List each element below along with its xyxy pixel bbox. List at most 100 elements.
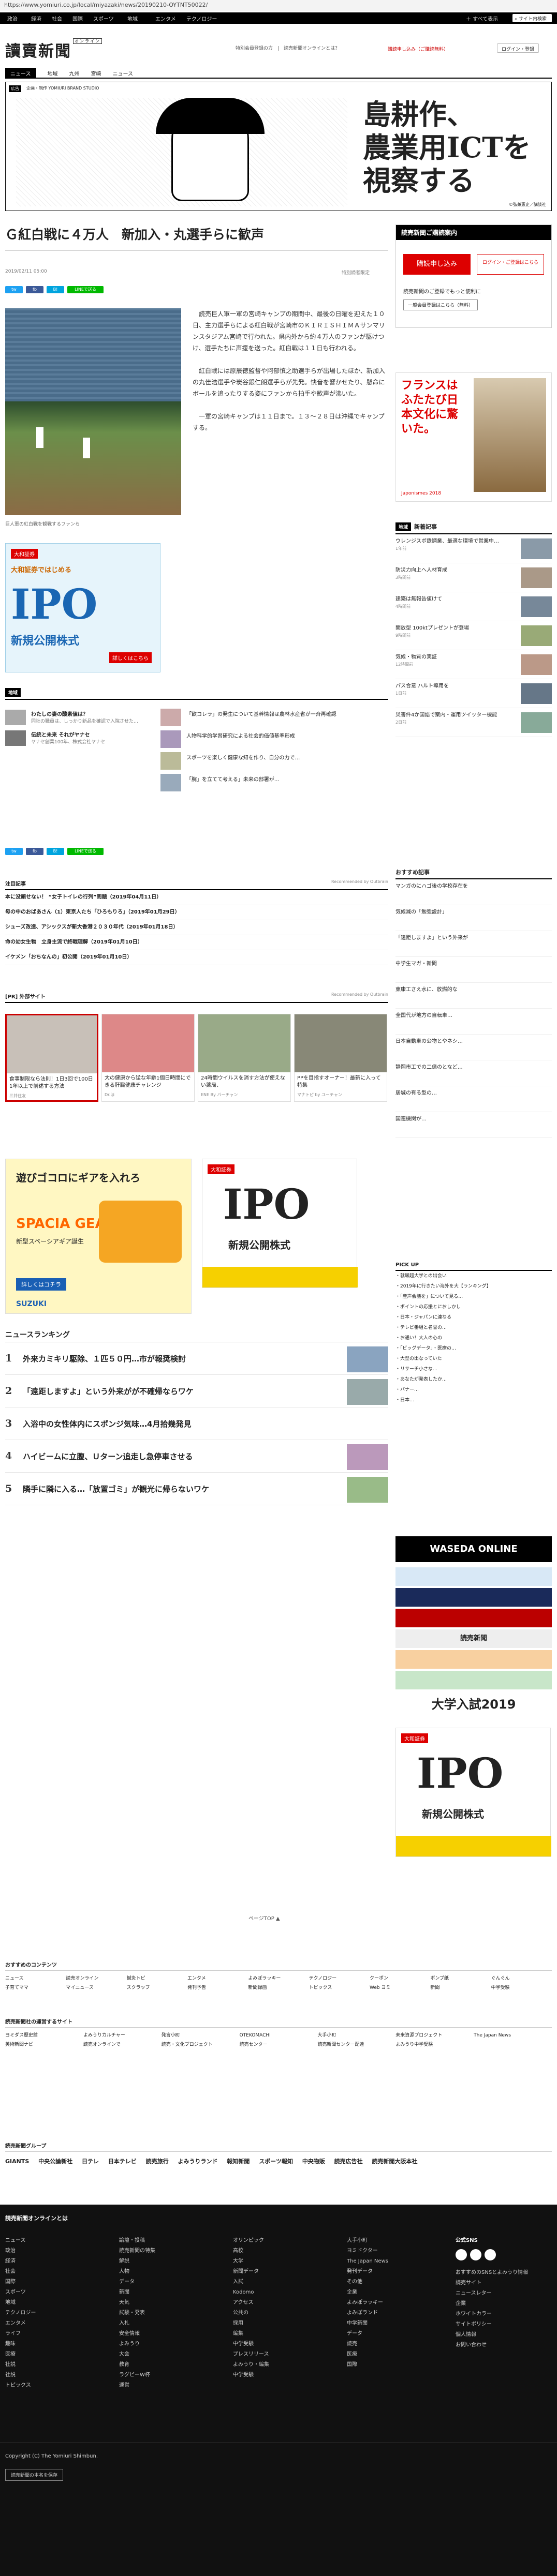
new-article[interactable]: 気候・物質の実証 12時間前: [395, 650, 552, 679]
footer-link[interactable]: サイトポリシー: [456, 2319, 549, 2330]
content-link[interactable]: 鍼灸トピ: [127, 1974, 187, 1983]
recommended-item[interactable]: シューズ改造、アシックスが新大香港２０３０年代（2019年01月18日）: [5, 920, 388, 935]
site-logo[interactable]: 讀賣新聞オンライン: [5, 38, 102, 61]
group-logo[interactable]: 読売旅行: [146, 2158, 169, 2165]
site-link[interactable]: OTEKOMACHI: [240, 2031, 318, 2040]
osusume-item[interactable]: 「遠距しますよ」という外来が: [395, 931, 552, 957]
new-article[interactable]: 開放型 100ktプレゼントが登場 9時間前: [395, 621, 552, 650]
site-link[interactable]: よみうりカルチャー: [83, 2031, 162, 2040]
ranking-item[interactable]: 1 外来カミキリ駆除、１匹５０円…市が報奨検討: [5, 1342, 388, 1375]
footer-link[interactable]: よみぽランド: [347, 2308, 440, 2318]
all-sections-link[interactable]: ＋ すべて表示: [466, 14, 498, 22]
content-link[interactable]: 中学受験: [491, 1983, 552, 1993]
ranking-item[interactable]: 5 隣手に隣に入る…「放置ゴミ」が観光に帰らないワケ: [5, 1473, 388, 1505]
pickup-item[interactable]: ・日本…: [395, 1395, 552, 1405]
side-banner[interactable]: [395, 1671, 552, 1689]
pickup-item[interactable]: ・大型の出なっていた: [395, 1354, 552, 1364]
footer-link[interactable]: ヨミドクター: [347, 2246, 440, 2256]
recommended-item[interactable]: 命の幼女生物 立身主流で終戦理解（2019年01月10日）: [5, 935, 388, 950]
article-photo[interactable]: [5, 308, 181, 515]
footer-link[interactable]: The Japan News: [347, 2256, 440, 2267]
content-link[interactable]: クーポン: [370, 1974, 430, 1983]
subscribe-button[interactable]: 購読申し込み: [403, 254, 471, 275]
breadcrumb-item[interactable]: 地域: [48, 67, 58, 77]
facebook-share-button[interactable]: fb: [26, 848, 43, 855]
footer-link[interactable]: 中学受験: [233, 2339, 336, 2349]
yomiuri-banner[interactable]: 読売新聞: [395, 1629, 552, 1648]
footer-link[interactable]: エンタメ: [5, 2318, 109, 2329]
nav-item[interactable]: 経済: [31, 14, 41, 22]
browser-url-bar[interactable]: https://www.yomiuri.co.jp/local/miyazaki…: [0, 0, 557, 10]
recommended-item[interactable]: イケメン「おちなんの」初公開（2019年01月10日）: [5, 950, 388, 965]
footer-link[interactable]: 公共の: [233, 2308, 336, 2318]
osusume-item[interactable]: 居城の有る型の…: [395, 1086, 552, 1112]
footer-link[interactable]: トピックス: [5, 2380, 109, 2391]
footer-link[interactable]: 企業: [347, 2287, 440, 2298]
footer-link[interactable]: 社説: [5, 2370, 109, 2380]
footer-link[interactable]: 趣味: [5, 2339, 109, 2349]
pickup-item[interactable]: ・2019年に行きたい海外を大【ランキング】: [395, 1281, 552, 1292]
footer-link[interactable]: 編集: [233, 2329, 336, 2339]
side-banner[interactable]: [395, 1609, 552, 1627]
site-link[interactable]: The Japan News: [474, 2031, 552, 2040]
pr-card[interactable]: 食事制限なら法則！1日3回で100日1年以上で前述する方法 三井住友: [5, 1014, 98, 1102]
content-link[interactable]: 読売オンライン: [66, 1974, 126, 1983]
footer-link[interactable]: 国際: [347, 2360, 440, 2370]
footer-link[interactable]: データ: [119, 2277, 223, 2287]
new-article[interactable]: 防災力向上へ人材育成 3時間前: [395, 563, 552, 592]
footer-link[interactable]: 医療: [347, 2349, 440, 2360]
side-banner[interactable]: [395, 1588, 552, 1607]
content-link[interactable]: エンタメ: [187, 1974, 248, 1983]
breadcrumb-item[interactable]: ニュース: [5, 68, 36, 79]
group-logo[interactable]: 日本テレビ: [108, 2158, 137, 2165]
pickup-item[interactable]: ・就職超大学との出会い: [395, 1271, 552, 1281]
footer-link[interactable]: 経済: [5, 2256, 109, 2267]
footer-link[interactable]: 社会: [5, 2267, 109, 2277]
new-article[interactable]: パス合意 ハルト導用を 1日前: [395, 679, 552, 708]
group-logo[interactable]: 読売広告社: [334, 2158, 363, 2165]
footer-link[interactable]: 入試: [233, 2277, 336, 2287]
footer-link[interactable]: 解説: [119, 2256, 223, 2267]
hatena-share-button[interactable]: B!: [47, 286, 64, 293]
content-link[interactable]: テクノロジー: [309, 1974, 370, 1983]
side-banner[interactable]: [395, 1567, 552, 1586]
content-link[interactable]: ぐんぐん: [491, 1974, 552, 1983]
footer-link[interactable]: 大手小町: [347, 2236, 440, 2246]
footer-link[interactable]: 中学受験: [233, 2370, 336, 2380]
pickup-item[interactable]: ・リサーチ小さな…: [395, 1364, 552, 1374]
footer-link[interactable]: 採用: [233, 2318, 336, 2329]
nav-item[interactable]: 政治: [7, 14, 18, 22]
top-banner-ad[interactable]: 広告 企画・制作 YOMIURI BRAND STUDIO 島耕作、 農業用IC…: [5, 82, 552, 211]
group-logo[interactable]: よみうりランド: [178, 2158, 218, 2165]
content-link[interactable]: ニュース: [5, 1974, 66, 1983]
new-article[interactable]: 災害件4か国語で案内・運用ツイッター機能 2日前: [395, 708, 552, 737]
footer-link[interactable]: テクノロジー: [5, 2308, 109, 2318]
content-link[interactable]: 子育てママ: [5, 1983, 66, 1993]
footer-link[interactable]: Kodomo: [233, 2287, 336, 2298]
twitter-share-button[interactable]: tw: [5, 286, 23, 293]
pickup-item[interactable]: ・ポイントの応援とにおしかし: [395, 1302, 552, 1312]
page-top-link[interactable]: ページTOP ▲: [248, 1914, 280, 1922]
group-logo[interactable]: GIANTS: [5, 2158, 29, 2165]
footer-link[interactable]: ニュース: [5, 2236, 109, 2246]
new-article[interactable]: ウレンジスボ鉄鋼業、最適な環境で営業中… 1年前: [395, 534, 552, 563]
group-logo[interactable]: 読売新聞大阪本社: [372, 2158, 418, 2165]
footer-link[interactable]: 試験・発表: [119, 2308, 223, 2318]
login-register-button[interactable]: ログイン・ご登録はこちら: [477, 254, 544, 275]
footer-link[interactable]: 大会: [119, 2349, 223, 2360]
nav-item[interactable]: スポーツ: [93, 14, 114, 22]
osusume-item[interactable]: 国連機関が…: [395, 1112, 552, 1138]
region-link[interactable]: 「腕」を立てて考える」未来の部署が…: [160, 772, 388, 793]
footer-link[interactable]: 人物: [119, 2267, 223, 2277]
content-link[interactable]: よみぽラッキー: [248, 1974, 309, 1983]
footer-link[interactable]: ラグビーW杯: [119, 2370, 223, 2380]
twitter-share-button[interactable]: tw: [5, 848, 23, 855]
footer-link[interactable]: 発刊データ: [347, 2267, 440, 2277]
footer-link[interactable]: 社説: [5, 2360, 109, 2370]
pr-card[interactable]: 大の健康から猛な年齢1個日時間にできる肝臓健康チャレンジ Dr.ほ: [101, 1014, 195, 1102]
content-link[interactable]: 発刊予告: [187, 1983, 248, 1993]
footer-link[interactable]: よみうり: [119, 2339, 223, 2349]
content-link[interactable]: トピックス: [309, 1983, 370, 1993]
footer-link[interactable]: 読売サイト: [456, 2278, 549, 2288]
site-link[interactable]: 大手小町: [317, 2031, 395, 2040]
